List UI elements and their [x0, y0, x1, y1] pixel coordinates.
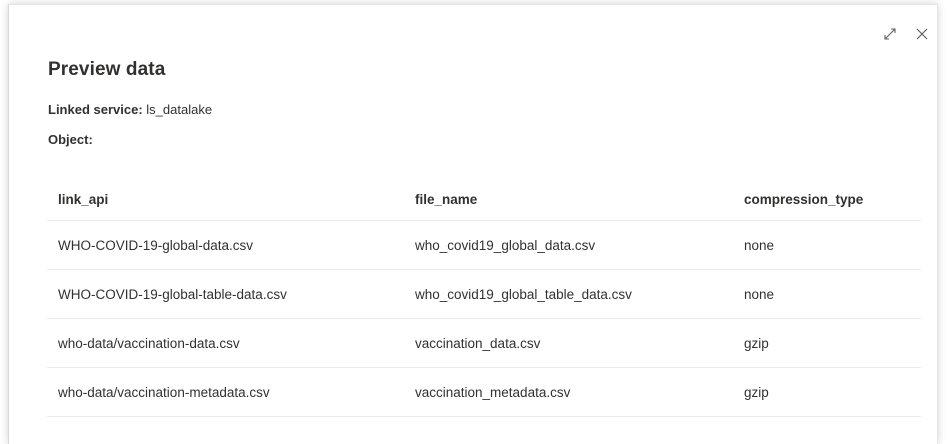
column-header-compression-type[interactable]: compression_type — [733, 192, 921, 207]
cell-file-name: vaccination_data.csv — [415, 335, 541, 351]
dialog-actions — [881, 25, 931, 43]
cell-compression-type: gzip — [744, 335, 769, 351]
preview-table: link_api file_name compression_type WHO-… — [47, 178, 921, 417]
cell-link-api: who-data/vaccination-metadata.csv — [58, 384, 270, 400]
linked-service-info: Linked service: ls_datalake — [48, 102, 212, 117]
close-icon[interactable] — [913, 25, 931, 43]
cell-link-api: WHO-COVID-19-global-table-data.csv — [58, 286, 287, 302]
column-header-link-api[interactable]: link_api — [47, 192, 404, 207]
cell-compression-type: gzip — [744, 384, 769, 400]
object-label: Object: — [48, 132, 93, 147]
table-row: WHO-COVID-19-global-data.csv who_covid19… — [47, 221, 921, 270]
cell-compression-type: none — [744, 237, 775, 253]
object-info: Object: — [48, 132, 93, 147]
dialog-title: Preview data — [48, 59, 166, 80]
cell-link-api: WHO-COVID-19-global-data.csv — [58, 237, 254, 253]
cell-file-name: who_covid19_global_table_data.csv — [415, 286, 632, 302]
column-header-file-name[interactable]: file_name — [404, 192, 733, 207]
cell-file-name: who_covid19_global_data.csv — [415, 237, 596, 253]
table-header-row: link_api file_name compression_type — [47, 178, 921, 221]
table-row: who-data/vaccination-metadata.csv vaccin… — [47, 368, 921, 417]
cell-link-api: who-data/vaccination-data.csv — [58, 335, 240, 351]
table-row: who-data/vaccination-data.csv vaccinatio… — [47, 319, 921, 368]
linked-service-value: ls_datalake — [146, 102, 213, 117]
expand-icon[interactable] — [881, 25, 899, 43]
cell-compression-type: none — [744, 286, 775, 302]
cell-file-name: vaccination_metadata.csv — [415, 384, 571, 400]
table-row: WHO-COVID-19-global-table-data.csv who_c… — [47, 270, 921, 319]
linked-service-label: Linked service: — [48, 102, 143, 117]
preview-data-dialog: Preview data Linked service: ls_datalake… — [8, 4, 938, 444]
